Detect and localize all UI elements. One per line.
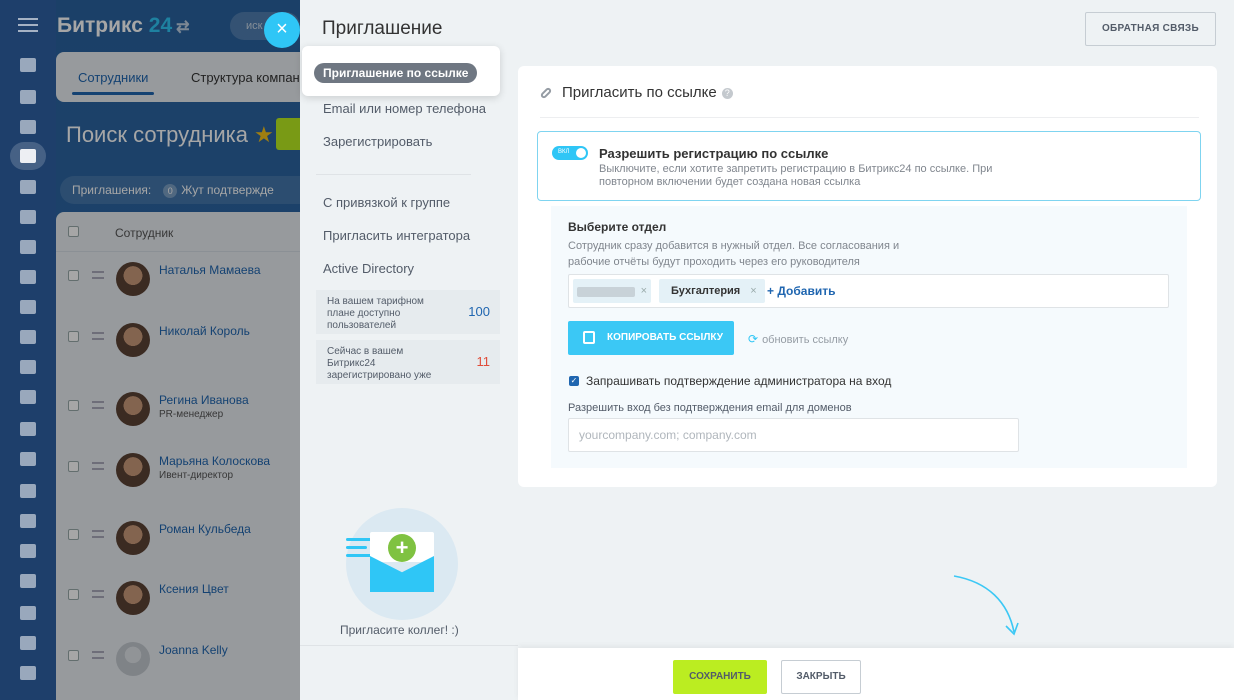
domains-input[interactable] [568, 418, 1019, 452]
rail-employees-icon[interactable] [20, 149, 36, 163]
rail-check-icon[interactable] [20, 240, 36, 254]
rail-feed-icon[interactable] [20, 58, 36, 72]
left-rail [0, 0, 56, 700]
rail-target-icon[interactable] [20, 390, 36, 404]
blurred-text [577, 287, 635, 297]
tarif-used-value: 11 [476, 354, 491, 369]
rail-group-icon[interactable] [20, 514, 36, 528]
domains-label: Разрешить вход без подтверждения email д… [568, 402, 852, 414]
admin-confirm-checkbox[interactable]: ✓ [569, 376, 579, 386]
menu-item-email-phone[interactable]: Email или номер телефона [323, 101, 486, 116]
illustration-caption: Пригласите коллег! :) [340, 623, 459, 637]
refresh-icon: ⟳ [748, 332, 759, 346]
department-selector[interactable]: × Бухгалтерия × + Добавить [568, 274, 1169, 308]
copy-link-button[interactable]: КОПИРОВАТЬ ССЫЛКУ [568, 321, 734, 355]
rail-tasks-icon[interactable] [20, 120, 36, 134]
panel-divider [540, 117, 1199, 118]
invite-link-panel: Пригласить по ссылке? ВКЛ Разрешить реги… [518, 66, 1217, 487]
rail-calendar-icon[interactable] [20, 330, 36, 344]
plus-icon: + [388, 534, 416, 562]
rail-list-icon[interactable] [20, 360, 36, 374]
refresh-link[interactable]: ⟳ обновить ссылку [748, 332, 848, 346]
rail-card-icon[interactable] [20, 210, 36, 224]
registration-toggle[interactable]: ВКЛ [552, 146, 588, 160]
rail-cart-icon[interactable] [20, 636, 36, 650]
tarif-limit-value: 100 [468, 304, 490, 319]
rail-bank-icon[interactable] [20, 606, 36, 620]
close-button[interactable]: ЗАКРЫТЬ [781, 660, 861, 694]
invite-illustration: + [346, 508, 458, 620]
menu-item-active-directory[interactable]: Active Directory [323, 261, 414, 276]
rail-sign-icon[interactable] [20, 544, 36, 558]
rail-chart-icon[interactable] [20, 666, 36, 680]
department-tag-hidden[interactable]: × [573, 279, 651, 303]
close-slider-button[interactable]: × [264, 12, 300, 48]
department-tag[interactable]: Бухгалтерия × [659, 279, 765, 303]
rail-document-icon[interactable] [20, 422, 36, 436]
menu-item-label: Приглашение по ссылке [314, 63, 478, 83]
slider-title: Приглашение [322, 18, 443, 39]
background-overlay[interactable] [56, 0, 300, 700]
rail-mail-icon[interactable] [20, 484, 36, 498]
rail-inbox-icon[interactable] [20, 452, 36, 466]
panel-header: Пригласить по ссылке? [539, 84, 733, 101]
bottom-strip [300, 645, 518, 700]
invite-slider: Приглашение ОБРАТНАЯ СВЯЗЬ Приглашение п… [300, 0, 1234, 700]
link-icon [539, 86, 553, 100]
add-department-link[interactable]: + Добавить [767, 284, 835, 298]
section-description: Сотрудник сразу добавится в нужный отдел… [568, 240, 900, 268]
rail-circle-icon[interactable] [20, 574, 36, 588]
hint-arrow-icon [953, 575, 1019, 636]
toggle-knob [576, 148, 586, 158]
department-section: Выберите отдел Сотрудник сразу добавится… [551, 206, 1187, 468]
menu-item-group[interactable]: С привязкой к группе [323, 195, 450, 210]
toggle-title: Разрешить регистрацию по ссылке [599, 146, 829, 161]
remove-tag-icon[interactable]: × [641, 279, 647, 303]
tarif-used-box: Сейчас в вашем Битрикс24 зарегистрирован… [316, 340, 500, 384]
toggle-description: Выключите, если хотите запретить регистр… [599, 163, 993, 188]
slider-footer: СОХРАНИТЬ ЗАКРЫТЬ [518, 648, 1234, 700]
rail-chat-icon[interactable] [20, 270, 36, 284]
rail-bot-icon[interactable] [20, 300, 36, 314]
rail-filter-icon[interactable] [20, 90, 36, 104]
menu-item-register[interactable]: Зарегистрировать [323, 134, 432, 149]
copy-icon [583, 331, 595, 344]
menu-burger-icon[interactable] [18, 18, 38, 32]
registration-toggle-box: ВКЛ Разрешить регистрацию по ссылке Выкл… [537, 131, 1201, 201]
rail-camera-icon[interactable] [20, 180, 36, 194]
help-icon[interactable]: ? [721, 87, 733, 99]
save-button[interactable]: СОХРАНИТЬ [673, 660, 767, 694]
menu-item-link-invite[interactable]: Приглашение по ссылке [302, 46, 500, 96]
feedback-button[interactable]: ОБРАТНАЯ СВЯЗЬ [1084, 12, 1216, 46]
section-title: Выберите отдел [568, 220, 667, 234]
admin-confirm-label[interactable]: Запрашивать подтверждение администратора… [586, 374, 891, 388]
menu-divider [316, 174, 471, 175]
menu-item-integrator[interactable]: Пригласить интегратора [323, 228, 470, 243]
tarif-limit-box: На вашем тарифном плане доступно пользов… [316, 290, 500, 334]
remove-tag-icon[interactable]: × [750, 285, 756, 297]
